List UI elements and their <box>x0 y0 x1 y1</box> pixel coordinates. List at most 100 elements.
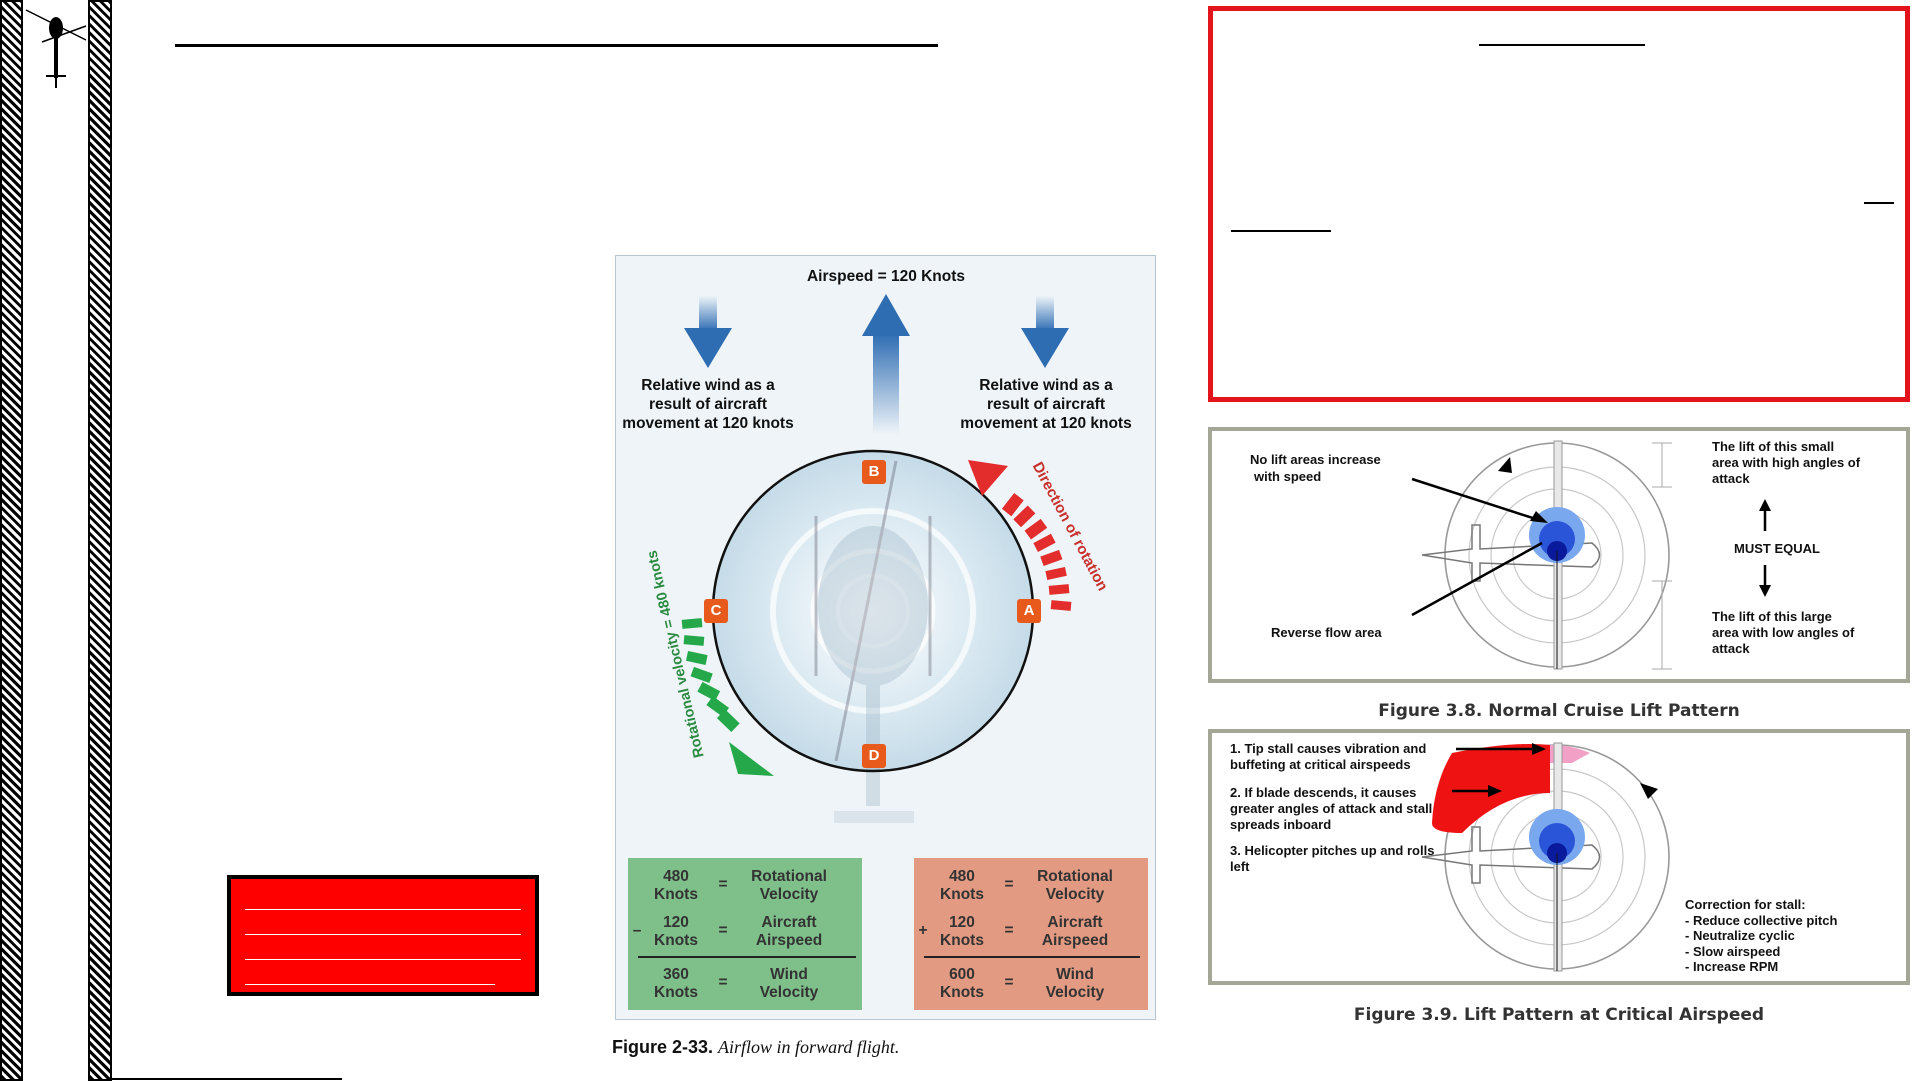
helicopter-icon <box>25 9 87 88</box>
correction-line: - Reduce collective pitch <box>1685 912 1838 928</box>
right-r1-unit: Knots <box>940 886 984 903</box>
small-area-line: attack <box>1712 471 1750 486</box>
right-r2-eq: = <box>1004 922 1014 939</box>
redacted-line <box>1231 230 1331 232</box>
relative-wind-label-right: Relative wind as a result of aircraft mo… <box>954 376 1138 433</box>
figure-2-33: Airspeed = 120 Knots Relative wind as a … <box>615 255 1156 1020</box>
small-area-label: The lift of this small area with high an… <box>1712 439 1860 487</box>
rel-wind-left-line: Relative wind as a <box>641 377 775 394</box>
rel-wind-left-line: movement at 120 knots <box>622 415 794 432</box>
correction-line: - Slow airspeed <box>1685 943 1781 959</box>
figure-2-33-graphics <box>628 294 1148 1010</box>
right-r3-unit: Knots <box>940 984 984 1001</box>
right-r1-eq: = <box>1004 876 1014 893</box>
right-r3-w2: Velocity <box>1045 984 1105 1001</box>
rel-wind-right-line: result of aircraft <box>986 396 1105 413</box>
relative-wind-label-left: Relative wind as a result of aircraft mo… <box>616 376 800 433</box>
point-d-label: D <box>868 747 880 764</box>
left-r1-w2: Velocity <box>759 886 819 903</box>
redacted-line <box>1864 202 1894 204</box>
left-r2-eq: = <box>718 922 728 939</box>
tip-stall-line: 1. Tip stall causes vibration and <box>1230 741 1427 756</box>
right-r2-w1: Aircraft <box>1047 914 1103 931</box>
correction-line: Correction for stall: <box>1685 897 1806 912</box>
stall-correction-note: Correction for stall: - Reduce collectiv… <box>1685 897 1837 975</box>
no-lift-line: No lift areas increase <box>1250 452 1381 467</box>
tip-stall-line: buffeting at critical airspeeds <box>1230 757 1411 772</box>
figure-2-33-caption-num: Figure 2-33. <box>612 1037 714 1057</box>
blade-descends-note: 2. If blade descends, it causes greater … <box>1230 785 1432 833</box>
redacted-line <box>245 934 521 935</box>
blade-descends-line: spreads inboard <box>1230 817 1332 832</box>
pitches-up-note: 3. Helicopter pitches up and rolls left <box>1230 843 1434 875</box>
small-area-line: area with high angles of <box>1712 455 1861 470</box>
left-r1-num: 480 <box>663 868 689 885</box>
left-r1-unit: Knots <box>654 886 698 903</box>
left-hatch-bar-inner <box>88 0 112 1081</box>
left-r3-unit: Knots <box>654 984 698 1001</box>
redacted-line <box>245 984 495 985</box>
airspeed-arrow <box>862 294 910 434</box>
point-a-label: A <box>1023 602 1035 619</box>
left-r3-w1: Wind <box>770 966 808 983</box>
right-r1-w2: Velocity <box>1045 886 1105 903</box>
left-r2-op: – <box>632 922 642 939</box>
right-r2-w2: Airspeed <box>1041 932 1109 949</box>
airspeed-label: Airspeed = 120 Knots <box>806 268 966 285</box>
left-r2-w1: Aircraft <box>761 914 817 931</box>
left-r1-w1: Rotational <box>751 868 827 885</box>
right-r3-eq: = <box>1004 974 1014 991</box>
redacted-red-box <box>1208 6 1910 402</box>
redacted-line <box>245 959 521 960</box>
left-r2-w2: Airspeed <box>755 932 823 949</box>
bottom-rule <box>112 1078 342 1080</box>
blade-descends-line: greater angles of attack and stall <box>1230 801 1433 816</box>
right-r3-w1: Wind <box>1056 966 1094 983</box>
pitches-up-line: left <box>1230 859 1250 874</box>
left-r2-unit: Knots <box>654 932 698 949</box>
rel-wind-right-line: Relative wind as a <box>979 377 1113 394</box>
no-lift-line: with speed <box>1254 469 1322 484</box>
large-area-line: The lift of this large <box>1712 609 1832 624</box>
pitches-up-line: 3. Helicopter pitches up and rolls <box>1230 843 1435 858</box>
reverse-flow-label: Reverse flow area <box>1271 625 1382 640</box>
left-r2-num: 120 <box>663 914 689 931</box>
right-r2-unit: Knots <box>940 932 984 949</box>
left-hatch-bar-outer <box>0 0 23 1081</box>
no-lift-label: No lift areas increase with speed <box>1250 451 1381 485</box>
correction-line: - Neutralize cyclic <box>1685 928 1795 943</box>
right-r1-num: 480 <box>949 868 975 885</box>
right-r1-w1: Rotational <box>1037 868 1113 885</box>
left-r3-eq: = <box>718 974 728 991</box>
figure-3-8: No lift areas increase with speed Revers… <box>1208 427 1910 683</box>
small-area-line: The lift of this small <box>1712 439 1835 454</box>
left-r3-num: 360 <box>663 966 689 983</box>
blade-descends-line: 2. If blade descends, it causes <box>1230 785 1417 800</box>
must-equal-label: MUST EQUAL <box>1734 541 1820 556</box>
relative-wind-arrow-left <box>684 296 732 368</box>
right-r2-op: + <box>918 922 928 939</box>
right-r2-num: 120 <box>949 914 975 931</box>
large-area-line: attack <box>1712 641 1750 656</box>
redacted-line <box>1479 44 1645 46</box>
redacted-note-box <box>227 875 539 996</box>
point-b-label: B <box>868 463 880 480</box>
figure-2-33-caption: Figure 2-33. Airflow in forward flight. <box>612 1037 899 1058</box>
left-r3-w2: Velocity <box>759 984 819 1001</box>
figure-3-8-caption: Figure 3.8. Normal Cruise Lift Pattern <box>1378 701 1740 721</box>
figure-3-9-caption: Figure 3.9. Lift Pattern at Critical Air… <box>1353 1005 1765 1025</box>
title-rule <box>175 44 938 47</box>
right-r3-num: 600 <box>949 966 975 983</box>
relative-wind-arrow-right <box>1021 296 1069 368</box>
rel-wind-right-line: movement at 120 knots <box>960 415 1132 432</box>
large-area-line: area with low angles of <box>1712 625 1855 640</box>
tip-stall-note: 1. Tip stall causes vibration and buffet… <box>1230 741 1426 773</box>
left-r1-eq: = <box>718 876 728 893</box>
rel-wind-left-line: result of aircraft <box>648 396 767 413</box>
large-area-label: The lift of this large area with low ang… <box>1712 609 1854 657</box>
figure-3-9: 1. Tip stall causes vibration and buffet… <box>1208 729 1910 985</box>
correction-line: - Increase RPM <box>1685 959 1779 974</box>
redacted-line <box>245 909 521 910</box>
figure-2-33-caption-text: Airflow in forward flight. <box>718 1037 900 1057</box>
point-c-label: C <box>710 602 722 619</box>
